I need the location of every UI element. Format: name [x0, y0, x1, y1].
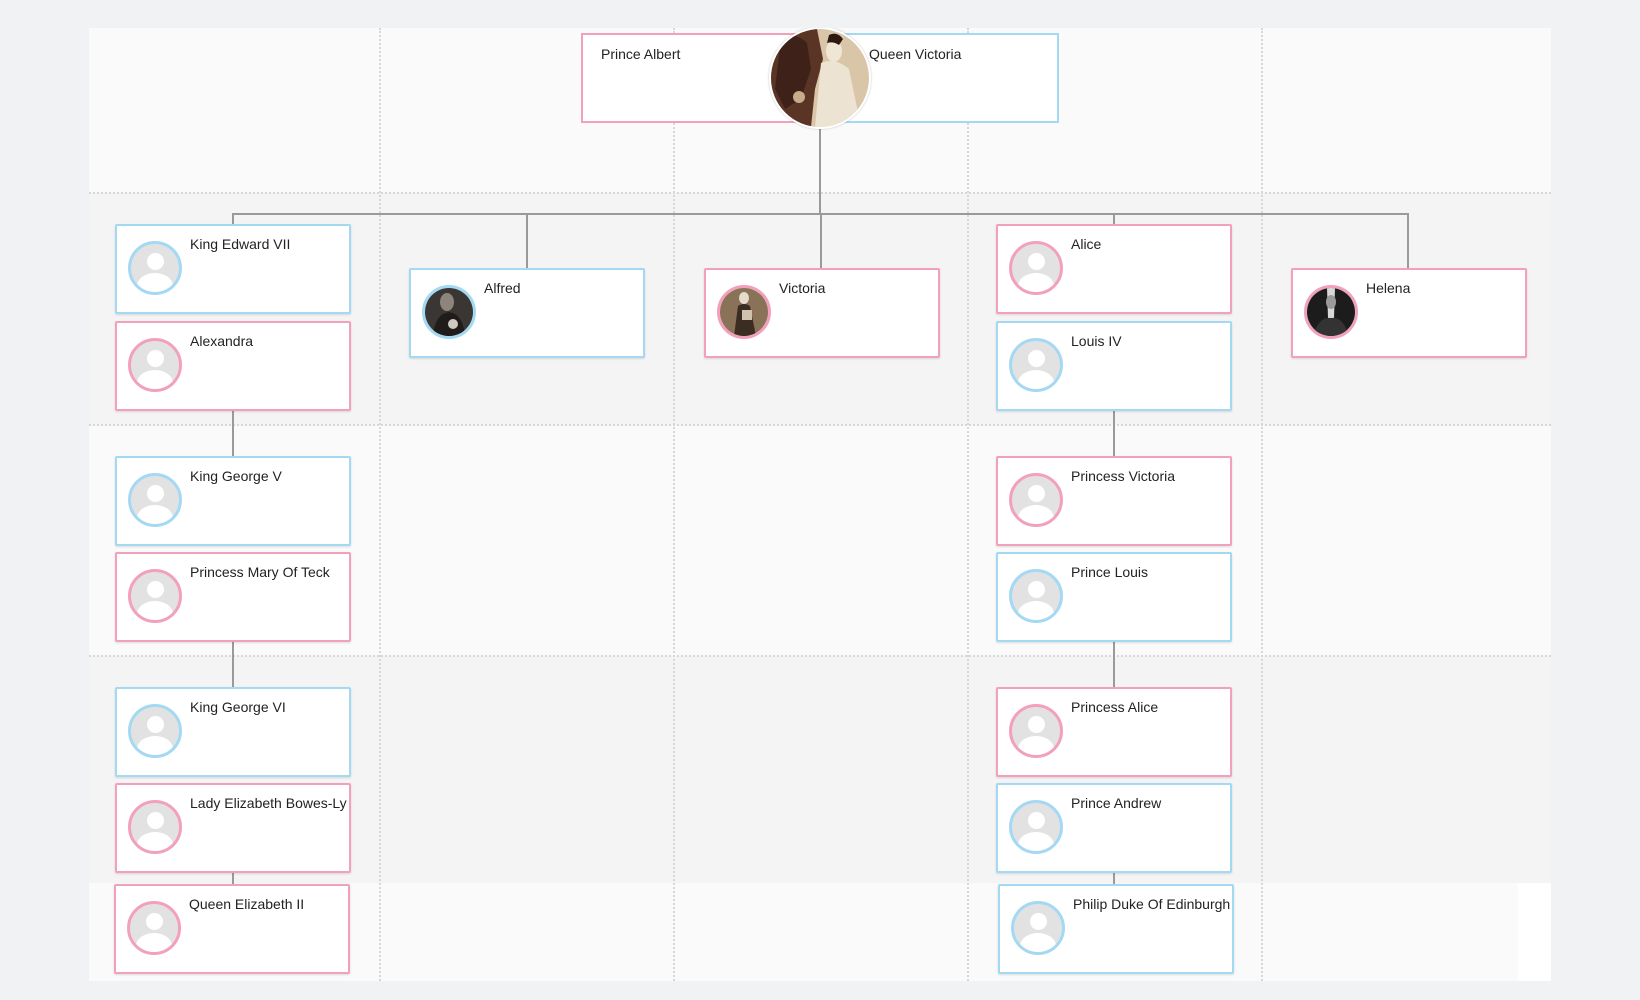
- connector-gen5: [1113, 872, 1115, 884]
- avatar-placeholder-icon: [128, 800, 182, 854]
- person-name: King George VI: [190, 699, 286, 715]
- person-card-louis-iv[interactable]: Louis IV: [996, 321, 1232, 411]
- family-tree-canvas[interactable]: Prince Albert Queen Victoria King Edward…: [89, 28, 1551, 981]
- person-card-victoria[interactable]: Victoria: [704, 268, 940, 358]
- column-divider: [1261, 28, 1263, 981]
- connector-child: [1407, 213, 1409, 268]
- person-name: Louis IV: [1071, 333, 1122, 349]
- connector-root-down: [819, 123, 821, 214]
- person-name: Prince Louis: [1071, 564, 1149, 580]
- person-name: Lady Elizabeth Bowes-Lyon: [190, 795, 347, 811]
- avatar-placeholder-icon: [128, 569, 182, 623]
- person-card-king-george-v[interactable]: King George V: [115, 456, 351, 546]
- person-card-princess-alice[interactable]: Princess Alice: [996, 687, 1232, 777]
- avatar-placeholder-icon: [1009, 473, 1063, 527]
- person-card-lady-elizabeth-bowes-lyon[interactable]: Lady Elizabeth Bowes-Lyon: [115, 783, 351, 873]
- avatar-placeholder-icon: [128, 473, 182, 527]
- person-card-princess-victoria[interactable]: Princess Victoria: [996, 456, 1232, 546]
- person-card-helena[interactable]: Helena: [1291, 268, 1527, 358]
- person-name: Prince Andrew: [1071, 795, 1162, 811]
- avatar-placeholder-icon: [1009, 569, 1063, 623]
- connector-child: [820, 213, 822, 268]
- person-card-king-george-vi[interactable]: King George VI: [115, 687, 351, 777]
- person-card-alexandra[interactable]: Alexandra: [115, 321, 351, 411]
- person-name: Philip Duke Of Edinburgh: [1073, 896, 1230, 912]
- avatar-placeholder-icon: [1009, 800, 1063, 854]
- avatar-placeholder-icon: [128, 241, 182, 295]
- connector-gen5: [232, 872, 234, 884]
- column-divider: [379, 28, 381, 981]
- person-card-philip-duke-of-edinburgh[interactable]: Philip Duke Of Edinburgh: [998, 884, 1234, 974]
- person-name: Princess Mary Of Teck: [190, 564, 330, 580]
- connector-gen4: [232, 641, 234, 687]
- row-5-filler: [1518, 883, 1551, 981]
- person-card-princess-mary-of-teck[interactable]: Princess Mary Of Teck: [115, 552, 351, 642]
- connector-child: [232, 213, 234, 224]
- avatar-placeholder-icon: [1009, 338, 1063, 392]
- column-divider: [967, 28, 969, 981]
- avatar-placeholder-icon: [128, 338, 182, 392]
- person-name: Alice: [1071, 236, 1102, 252]
- couple-portrait-photo: [769, 28, 871, 129]
- row-divider: [89, 655, 1551, 657]
- avatar-placeholder-icon: [1009, 241, 1063, 295]
- person-name: King Edward VII: [190, 236, 291, 252]
- person-name: Princess Alice: [1071, 699, 1159, 715]
- person-name: Princess Victoria: [1071, 468, 1176, 484]
- avatar-placeholder-icon: [1011, 901, 1065, 955]
- person-name: Queen Elizabeth II: [189, 896, 305, 912]
- partner-name: Prince Albert: [601, 46, 681, 62]
- person-card-king-edward-vii[interactable]: King Edward VII: [115, 224, 351, 314]
- column-divider: [673, 28, 675, 981]
- connector-child: [526, 213, 528, 268]
- person-name: Victoria: [779, 280, 826, 296]
- person-card-queen-elizabeth-ii[interactable]: Queen Elizabeth II: [114, 884, 350, 974]
- person-name: King George V: [190, 468, 282, 484]
- person-card-prince-andrew[interactable]: Prince Andrew: [996, 783, 1232, 873]
- connector-gen4: [1113, 641, 1115, 687]
- connector-gen3: [1113, 410, 1115, 456]
- partner-name: Queen Victoria: [869, 46, 962, 62]
- row-divider: [89, 424, 1551, 426]
- avatar-photo-alfred: [422, 285, 476, 339]
- avatar-placeholder-icon: [1009, 704, 1063, 758]
- person-card-prince-louis[interactable]: Prince Louis: [996, 552, 1232, 642]
- avatar-photo-victoria: [717, 285, 771, 339]
- person-card-alice[interactable]: Alice: [996, 224, 1232, 314]
- person-name: Helena: [1366, 280, 1411, 296]
- avatar-placeholder-icon: [128, 704, 182, 758]
- person-card-alfred[interactable]: Alfred: [409, 268, 645, 358]
- avatar-placeholder-icon: [127, 901, 181, 955]
- avatar-photo-helena: [1304, 285, 1358, 339]
- connector-child: [1113, 213, 1115, 224]
- person-name: Alfred: [484, 280, 521, 296]
- connector-gen3: [232, 410, 234, 456]
- person-name: Alexandra: [190, 333, 254, 349]
